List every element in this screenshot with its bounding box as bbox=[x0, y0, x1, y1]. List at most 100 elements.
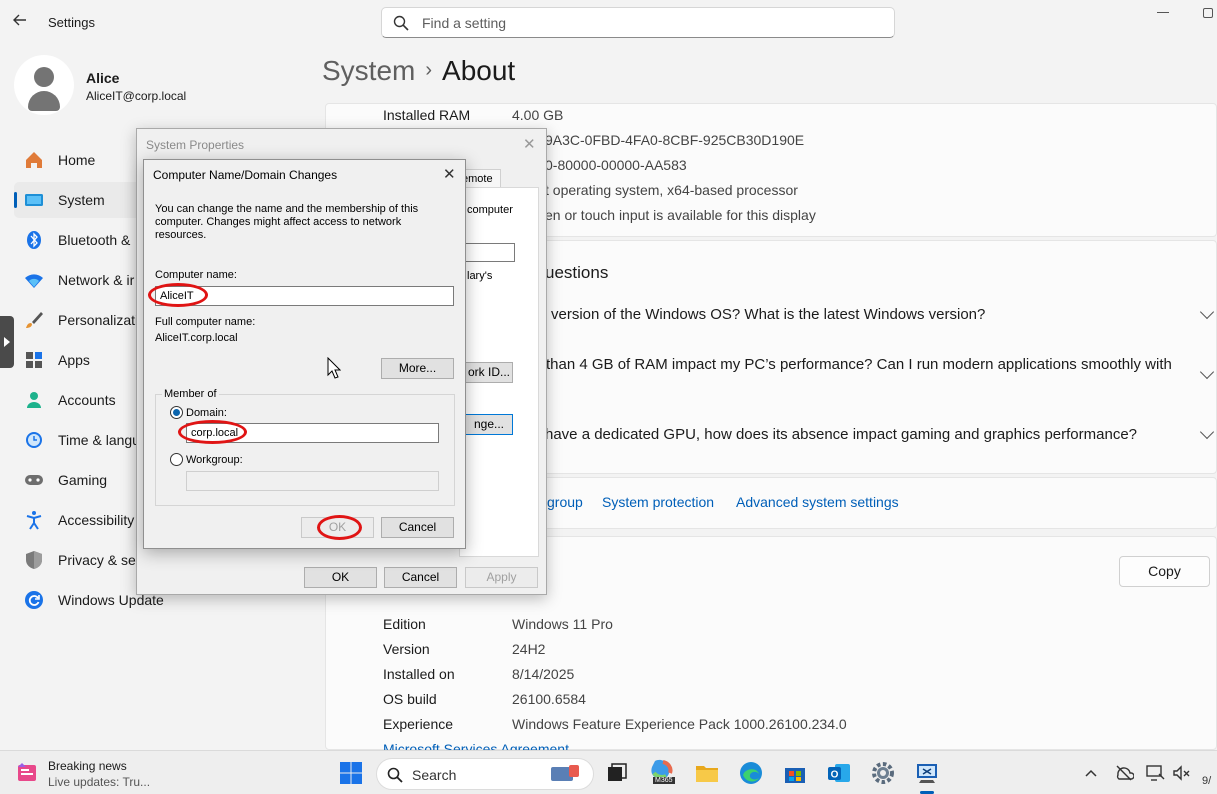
breadcrumb-parent[interactable]: System bbox=[322, 55, 415, 86]
edition-value: Windows 11 Pro bbox=[512, 616, 613, 632]
sidebar-item-label: Apps bbox=[58, 352, 90, 368]
store-icon[interactable] bbox=[783, 761, 807, 785]
sidebar-item-label: Home bbox=[58, 152, 96, 168]
annotation-circle bbox=[148, 283, 208, 307]
sidebar-item-label: Time & langu bbox=[58, 432, 140, 448]
version-label: Version bbox=[383, 641, 430, 657]
advanced-system-settings-link[interactable]: Advanced system settings bbox=[736, 494, 899, 510]
avatar[interactable] bbox=[14, 55, 74, 115]
start-icon[interactable] bbox=[339, 761, 363, 785]
taskbar-search[interactable]: Search bbox=[376, 758, 594, 790]
clock-date[interactable]: 9/ bbox=[1202, 775, 1211, 787]
maximize-button[interactable] bbox=[1203, 8, 1213, 18]
annotation-circle bbox=[317, 515, 362, 540]
installed-on-label: Installed on bbox=[383, 666, 455, 682]
workgroup-radio[interactable] bbox=[170, 453, 183, 466]
user-email: AliceIT@corp.local bbox=[86, 89, 187, 103]
news-icon[interactable] bbox=[16, 761, 40, 785]
system-protection-link[interactable]: System protection bbox=[602, 494, 714, 510]
workgroup-label: Workgroup: bbox=[186, 454, 243, 466]
apps-icon bbox=[26, 352, 42, 368]
sidebar-item-label: Gaming bbox=[58, 472, 108, 488]
more-button[interactable]: More... bbox=[381, 358, 454, 379]
experience-value: Windows Feature Experience Pack 1000.261… bbox=[512, 716, 847, 732]
cancel-button[interactable]: Cancel bbox=[381, 517, 454, 538]
button-label: nge... bbox=[473, 417, 505, 431]
app-title: Settings bbox=[48, 15, 95, 30]
change-button[interactable]: nge... bbox=[465, 414, 513, 435]
outlook-icon[interactable]: O bbox=[827, 761, 851, 785]
ok-button[interactable]: OK bbox=[304, 567, 377, 588]
domain-radio[interactable] bbox=[170, 406, 183, 419]
update-icon bbox=[25, 591, 43, 609]
dialog-description: You can change the name and the membersh… bbox=[155, 203, 419, 241]
news-title[interactable]: Breaking news bbox=[48, 759, 127, 773]
product-id-value: 0-80000-00000-AA583 bbox=[545, 157, 687, 173]
accounts-icon bbox=[27, 392, 41, 408]
page-title: About bbox=[442, 55, 516, 86]
search-icon bbox=[387, 767, 403, 783]
tab-label: emote bbox=[462, 173, 493, 185]
home-icon bbox=[26, 152, 42, 168]
breadcrumb-separator: › bbox=[425, 59, 433, 81]
copy-button[interactable]: Copy bbox=[1119, 556, 1210, 587]
m365-app[interactable]: M365 bbox=[650, 759, 676, 787]
sidebar-item-label: System bbox=[58, 192, 105, 208]
minimize-button[interactable] bbox=[1157, 12, 1169, 13]
edition-label: Edition bbox=[383, 616, 426, 632]
back-button[interactable] bbox=[12, 12, 32, 32]
experience-label: Experience bbox=[383, 716, 454, 732]
taskbar: Breaking news Live updates: Tru... Searc… bbox=[0, 750, 1217, 794]
installed-on-value: 8/14/2025 bbox=[512, 666, 575, 682]
pen-touch-value: en or touch input is available for this … bbox=[545, 207, 816, 223]
display-icon[interactable] bbox=[1145, 763, 1165, 783]
full-name-label: Full computer name: bbox=[155, 316, 256, 328]
sidebar-item-label: Bluetooth & bbox=[58, 232, 131, 248]
search-highlight-icon bbox=[551, 765, 579, 781]
apply-button: Apply bbox=[465, 567, 538, 588]
breadcrumb: System › About bbox=[322, 55, 515, 87]
dialog-title: Computer Name/Domain Changes bbox=[153, 168, 338, 182]
description-field[interactable] bbox=[465, 243, 515, 262]
installed-ram-value: 4.00 GB bbox=[512, 107, 564, 123]
news-subtitle: Live updates: Tru... bbox=[48, 775, 151, 789]
faq-question-3[interactable]: have a dedicated GPU, how does its absen… bbox=[545, 426, 1137, 443]
example-fragment: lary's bbox=[467, 270, 493, 282]
annotation-circle bbox=[178, 420, 247, 444]
button-label: ork ID... bbox=[467, 365, 510, 379]
system-type-value: t operating system, x64-based processor bbox=[545, 182, 798, 198]
close-icon[interactable]: ✕ bbox=[443, 165, 456, 183]
shield-icon bbox=[26, 551, 42, 569]
domain-workgroup-link[interactable]: group bbox=[547, 494, 583, 510]
installed-ram-label: Installed RAM bbox=[383, 107, 471, 123]
search-box[interactable]: Find a setting bbox=[381, 7, 895, 38]
m365-badge: M365 bbox=[653, 777, 675, 784]
device-id-value: 9A3C-0FBD-4FA0-8CBF-925CB30D190E bbox=[545, 132, 805, 148]
network-id-button[interactable]: ork ID... bbox=[465, 362, 513, 383]
close-icon[interactable]: ✕ bbox=[523, 135, 536, 153]
faq-question-1[interactable]: version of the Windows OS? What is the l… bbox=[551, 306, 985, 323]
sidebar-item-label: Privacy & sec bbox=[58, 552, 143, 568]
faq-heading: uestions bbox=[545, 263, 609, 282]
brush-icon bbox=[26, 312, 43, 328]
task-view-icon[interactable] bbox=[605, 761, 629, 785]
back-arrow-icon bbox=[13, 14, 26, 26]
msa-link[interactable]: Microsoft Services Agreement bbox=[383, 741, 569, 750]
faq-question-2[interactable]: than 4 GB of RAM impact my PC’s performa… bbox=[546, 356, 1172, 373]
sidebar-expand-handle[interactable] bbox=[0, 316, 14, 368]
chevron-up-icon[interactable] bbox=[1083, 765, 1099, 781]
cancel-button[interactable]: Cancel bbox=[384, 567, 457, 588]
domain-label: Domain: bbox=[186, 407, 227, 419]
network-offline-icon[interactable] bbox=[1114, 763, 1134, 783]
system-icon bbox=[25, 194, 43, 206]
file-explorer-icon[interactable] bbox=[695, 761, 719, 785]
settings-gear-icon[interactable] bbox=[871, 761, 895, 785]
volume-muted-icon[interactable] bbox=[1171, 763, 1191, 783]
system-properties-taskbar-icon[interactable] bbox=[915, 761, 939, 785]
sidebar-item-label: Personalizati bbox=[58, 312, 139, 328]
svg-text:O: O bbox=[831, 770, 839, 781]
user-name: Alice bbox=[86, 70, 120, 86]
computer-name-label: Computer name: bbox=[155, 269, 237, 281]
mouse-cursor-icon bbox=[327, 357, 341, 379]
edge-icon[interactable] bbox=[739, 761, 763, 785]
